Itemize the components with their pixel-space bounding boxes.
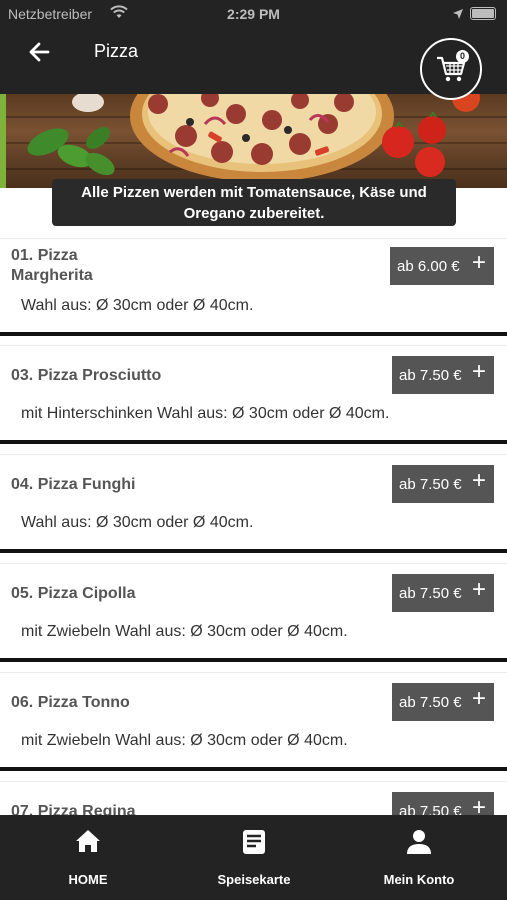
- add-to-cart-button[interactable]: ab 7.50 € +: [392, 683, 494, 721]
- plus-icon: +: [471, 467, 486, 494]
- item-description: Wahl aus: Ø 30cm oder Ø 40cm.: [21, 514, 254, 531]
- bottom-navigation: HOME Speisekarte Mein Konto: [0, 815, 507, 900]
- add-to-cart-button[interactable]: ab 6.00 € +: [390, 247, 494, 285]
- item-price: ab 7.50 €: [399, 366, 462, 384]
- nav-home[interactable]: HOME: [13, 815, 163, 900]
- battery-icon: [470, 7, 496, 20]
- pizza-banner: [0, 94, 507, 188]
- add-to-cart-button[interactable]: ab 7.50 € +: [392, 792, 494, 815]
- pizza-info-note: Alle Pizzen werden mit Tomatensauce, Käs…: [52, 179, 456, 226]
- item-price: ab 7.50 €: [399, 475, 462, 493]
- add-to-cart-button[interactable]: ab 7.50 € +: [392, 574, 494, 612]
- item-name: 06. Pizza Tonno: [11, 694, 130, 711]
- menu-item-list[interactable]: 01. Pizza Margherita Wahl aus: Ø 30cm od…: [0, 238, 507, 815]
- item-description: Wahl aus: Ø 30cm oder Ø 40cm.: [21, 297, 254, 314]
- nav-speisekarte[interactable]: Speisekarte: [179, 815, 329, 900]
- item-name-line-2: Margherita: [11, 267, 93, 284]
- menu-item-card[interactable]: 04. Pizza Funghi Wahl aus: Ø 30cm oder Ø…: [0, 454, 507, 553]
- arrow-left-icon: [29, 42, 50, 62]
- plus-icon: +: [471, 576, 486, 603]
- add-to-cart-button[interactable]: ab 7.50 € +: [392, 465, 494, 503]
- menu-item-card[interactable]: 06. Pizza Tonno mit Zwiebeln Wahl aus: Ø…: [0, 672, 507, 771]
- location-arrow-icon: [452, 7, 464, 23]
- item-name: 03. Pizza Prosciutto: [11, 367, 162, 384]
- plus-icon: +: [471, 794, 486, 816]
- nav-mein-konto-label: Mein Konto: [383, 872, 455, 887]
- plus-icon: +: [471, 249, 486, 276]
- menu-item-card[interactable]: 01. Pizza Margherita Wahl aus: Ø 30cm od…: [0, 238, 507, 336]
- menu-item-card[interactable]: 03. Pizza Prosciutto mit Hinterschinken …: [0, 345, 507, 444]
- item-name-line-1: 01. Pizza: [11, 247, 78, 264]
- app-header: Pizza 0: [0, 28, 507, 100]
- user-icon: [407, 830, 431, 854]
- item-price: ab 7.50 €: [399, 584, 462, 602]
- item-name: 01. Pizza Margherita: [11, 246, 93, 286]
- item-price: ab 7.50 €: [399, 693, 462, 711]
- item-price: ab 7.50 €: [399, 802, 462, 816]
- item-name: 07. Pizza Regina: [11, 803, 136, 815]
- status-bar: Netzbetreiber 2:29 PM: [0, 0, 507, 28]
- item-description: mit Zwiebeln Wahl aus: Ø 30cm oder Ø 40c…: [21, 623, 348, 640]
- add-to-cart-button[interactable]: ab 7.50 € +: [392, 356, 494, 394]
- item-description: mit Hinterschinken Wahl aus: Ø 30cm oder…: [21, 405, 390, 422]
- page-title: Pizza: [94, 41, 139, 61]
- item-name: 05. Pizza Cipolla: [11, 585, 136, 602]
- home-icon: [76, 830, 100, 852]
- back-button[interactable]: [26, 38, 54, 66]
- nav-home-label: HOME: [68, 872, 108, 887]
- menu-item-card[interactable]: 07. Pizza Regina ab 7.50 € +: [0, 781, 507, 815]
- item-description: mit Zwiebeln Wahl aus: Ø 30cm oder Ø 40c…: [21, 732, 348, 749]
- nav-mein-konto[interactable]: Mein Konto: [344, 815, 494, 900]
- nav-speisekarte-label: Speisekarte: [217, 872, 291, 887]
- menu-list-icon: [243, 830, 265, 854]
- menu-item-card[interactable]: 05. Pizza Cipolla mit Zwiebeln Wahl aus:…: [0, 563, 507, 662]
- plus-icon: +: [471, 358, 486, 385]
- cart-button[interactable]: 0: [420, 38, 482, 100]
- info-line-2: Oregano zubereitet.: [183, 205, 325, 222]
- status-time: 2:29 PM: [227, 6, 280, 22]
- plus-icon: +: [471, 685, 486, 712]
- info-line-1: Alle Pizzen werden mit Tomatensauce, Käs…: [81, 184, 427, 201]
- item-price: ab 6.00 €: [397, 257, 460, 275]
- item-name: 04. Pizza Funghi: [11, 476, 136, 493]
- cart-count-badge: 0: [456, 50, 469, 63]
